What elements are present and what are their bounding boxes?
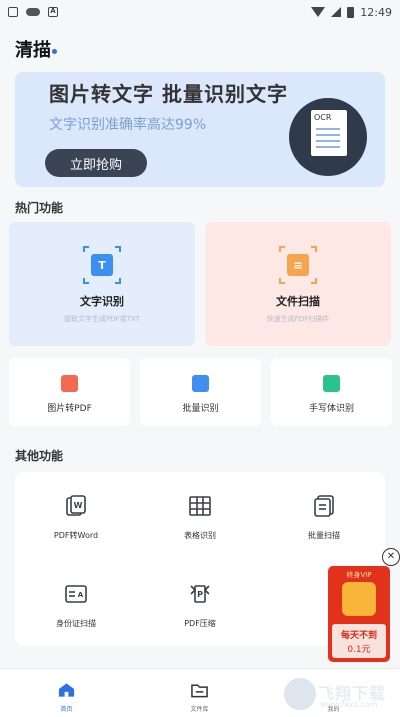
tab-files-label: 文件库 (190, 706, 209, 713)
table-recognize-icon (189, 496, 211, 516)
file-scan-card[interactable]: ≡ 文件扫描 快速生成PDF扫描件 (205, 222, 391, 346)
batch-scan-label: 批量扫描 (308, 531, 340, 540)
doc-line (316, 146, 340, 148)
image-to-pdf-label: 图片转PDF (47, 404, 92, 414)
doc-line (316, 140, 340, 142)
handwriting-label: 手写体识别 (308, 404, 354, 414)
vip-promo-body: 终身VIP 每天不到 0.1元 (328, 566, 390, 662)
batch-scan-icon (314, 495, 334, 517)
doc-line (316, 128, 340, 130)
battery-icon (347, 6, 355, 18)
text-recognition-label: 文字识别 (80, 295, 124, 308)
text-recognition-sub: 提取文字生成PDF或TXT (64, 315, 140, 323)
status-time: 12:49 (360, 5, 392, 19)
banner-subtitle: 文字识别准确率高达99% (49, 117, 207, 133)
other-features-title: 其他功能 (15, 449, 64, 463)
batch-recognize-icon (192, 375, 209, 392)
text-recognition-card[interactable]: T 文字识别 提取文字生成PDF或TXT (9, 222, 195, 346)
doc-line (316, 134, 340, 136)
pdf-to-word-item[interactable]: W PDF转Word (26, 494, 126, 564)
file-scan-label: 文件扫描 (276, 295, 320, 308)
banner-title: 图片转文字 批量识别文字 (49, 82, 288, 106)
id-card-scan-icon: A (65, 585, 87, 603)
signal-icon (331, 7, 342, 17)
vip-promo-line1: 每天不到 (340, 631, 377, 641)
promo-banner[interactable]: 图片转文字 批量识别文字 文字识别准确率高达99% 立即抢购 OCR (15, 72, 385, 187)
table-recognize-item[interactable]: 表格识别 (150, 494, 250, 564)
file-scan-sub: 快速生成PDF扫描件 (266, 315, 330, 323)
vip-badge-icon (342, 582, 376, 616)
handwriting-card[interactable]: 手写体识别 (271, 358, 392, 426)
pdf-compress-item[interactable]: P PDF压缩 (150, 582, 250, 652)
vip-promo-top: 终身VIP (346, 571, 372, 579)
vip-promo-line2: 0.1元 (347, 645, 371, 655)
text-recognize-icon: T (83, 246, 121, 284)
title-dot-icon (52, 49, 57, 54)
ocr-document-icon: OCR (311, 110, 347, 156)
ocr-doc-label: OCR (314, 113, 332, 122)
tab-home[interactable]: 首页 (0, 669, 133, 717)
vip-price-box: 每天不到 0.1元 (332, 624, 386, 658)
watermark-url: www.fxxz.com (320, 700, 378, 709)
file-scan-icon: ≡ (279, 246, 317, 284)
image-to-pdf-card[interactable]: 图片转PDF (9, 358, 130, 426)
image-to-pdf-icon (61, 375, 78, 392)
pdf-compress-icon: P (190, 585, 210, 603)
batch-recognize-label: 批量识别 (182, 404, 219, 414)
folder-icon (191, 684, 208, 698)
svg-text:A: A (78, 591, 84, 599)
buy-now-button[interactable]: 立即抢购 (45, 149, 147, 177)
batch-scan-item[interactable]: 批量扫描 (274, 494, 374, 564)
id-card-scan-label: 身份证扫描 (56, 619, 96, 628)
svg-text:P: P (197, 590, 203, 599)
svg-text:W: W (74, 501, 83, 510)
tab-home-label: 首页 (60, 706, 73, 713)
watermark-icon (282, 676, 318, 712)
batch-recognize-card[interactable]: 批量识别 (140, 358, 261, 426)
id-card-scan-item[interactable]: A 身份证扫描 (26, 582, 126, 652)
a-app-icon: A (48, 7, 58, 17)
home-icon (58, 683, 75, 697)
pdf-to-word-label: PDF转Word (53, 531, 99, 540)
vip-promo[interactable]: 终身VIP 每天不到 0.1元 ✕ (328, 548, 400, 662)
pdf-compress-label: PDF压缩 (184, 619, 216, 628)
notification-icon (8, 7, 18, 17)
app-title: 清描 (15, 40, 51, 61)
watermark-logo: 飞翔下载 www.fxxz.com (282, 674, 390, 714)
tab-files[interactable]: 文件库 (133, 669, 266, 717)
hot-features-title: 热门功能 (15, 201, 64, 215)
cloud-icon (26, 8, 40, 16)
table-recognize-label: 表格识别 (184, 531, 216, 540)
close-icon[interactable]: ✕ (382, 548, 400, 566)
wifi-icon (311, 7, 326, 17)
status-bar: A 12:49 (0, 0, 400, 24)
pdf-to-word-icon: W (66, 495, 86, 516)
handwriting-icon (323, 375, 340, 392)
